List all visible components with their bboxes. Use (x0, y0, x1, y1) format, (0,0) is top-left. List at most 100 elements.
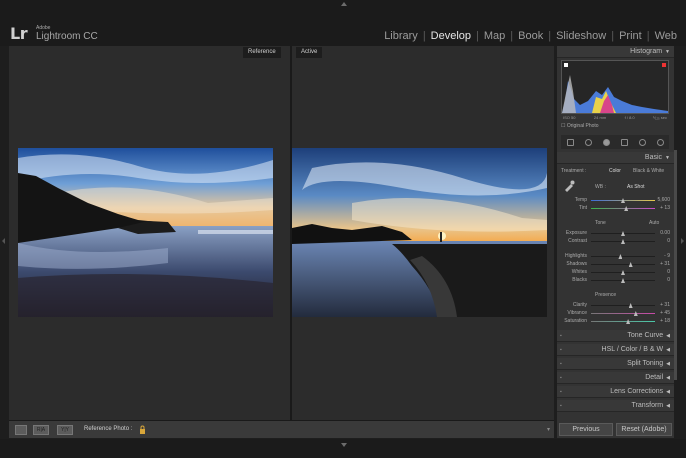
tint-label: Tint (578, 205, 587, 211)
panel-scrollbar[interactable] (674, 150, 677, 380)
saturation-value[interactable]: + 18 (654, 318, 670, 324)
shadows-slider-handle[interactable] (628, 262, 633, 267)
vibrance-slider-handle[interactable] (633, 311, 638, 316)
reference-photo-label: Reference Photo : (84, 426, 133, 432)
temp-slider-handle[interactable] (621, 198, 625, 203)
vibrance-label: Vibrance (567, 310, 587, 316)
panel-switch-icon[interactable]: ▪ (560, 330, 562, 342)
temp-value[interactable]: 5,600 (654, 197, 670, 203)
compare-view-icon[interactable]: Y|Y (57, 425, 73, 435)
tone-curve-title: Tone Curve (627, 332, 664, 339)
shadow-clip-indicator[interactable] (564, 63, 568, 67)
module-book[interactable]: Book (513, 30, 548, 42)
reference-photo-image (18, 148, 273, 317)
transform-title: Transform (631, 402, 664, 409)
highlight-clip-indicator[interactable] (662, 63, 666, 67)
wb-value[interactable]: As Shot (627, 184, 645, 190)
presence-label: Presence (595, 292, 617, 298)
lens-corrections-header[interactable]: ▪ Lens Corrections ◀ (557, 386, 674, 398)
split-toning-title: Split Toning (627, 360, 664, 367)
expand-triangle-icon: ◀ (666, 403, 670, 409)
clarity-label: Clarity (572, 302, 587, 308)
vibrance-slider-track[interactable] (591, 311, 655, 316)
reference-photo[interactable] (18, 148, 273, 317)
treatment-color-option[interactable]: Color (609, 168, 621, 174)
vibrance-value[interactable]: + 45 (654, 310, 670, 316)
highlights-slider-handle[interactable] (618, 254, 623, 259)
saturation-slider-track[interactable] (591, 319, 655, 324)
collapse-left-arrow-icon[interactable] (2, 238, 5, 244)
clarity-slider-track[interactable] (591, 303, 655, 308)
panel-switch-icon[interactable]: ▪ (560, 358, 562, 370)
highlights-slider-track[interactable] (591, 254, 655, 259)
panel-switch-icon[interactable]: ▪ (560, 400, 562, 412)
tint-value[interactable]: + 13 (654, 205, 670, 211)
histogram-header[interactable]: Histogram ▼ (557, 46, 674, 58)
tint-slider-handle[interactable] (624, 206, 629, 211)
split-toning-header[interactable]: ▪ Split Toning ◀ (557, 358, 674, 370)
shadows-slider-track[interactable] (591, 262, 655, 267)
whites-slider-handle[interactable] (621, 270, 625, 275)
toolbar-menu-icon[interactable]: ▾ (547, 426, 550, 433)
contrast-slider-handle[interactable] (621, 239, 625, 244)
exposure-slider-track[interactable] (591, 231, 655, 236)
blacks-slider-handle[interactable] (621, 278, 625, 283)
module-print[interactable]: Print (614, 30, 647, 42)
red-eye-icon[interactable] (602, 138, 610, 146)
exposure-value[interactable]: 0.00 (654, 230, 670, 236)
basic-header[interactable]: Basic ▼ (557, 152, 674, 164)
hsl-title: HSL / Color / B & W (601, 346, 664, 353)
detail-header[interactable]: ▪ Detail ◀ (557, 372, 674, 384)
adjustment-brush-icon[interactable] (656, 138, 664, 146)
collapse-top-arrow-icon[interactable] (341, 2, 347, 6)
blacks-slider-track[interactable] (591, 278, 655, 283)
previous-button[interactable]: Previous (559, 423, 613, 436)
clarity-value[interactable]: + 31 (654, 302, 670, 308)
temp-slider-track[interactable] (591, 198, 655, 203)
graduated-filter-icon[interactable] (620, 138, 628, 146)
panel-switch-icon[interactable]: ▪ (560, 386, 562, 398)
radial-filter-icon[interactable] (638, 138, 646, 146)
transform-header[interactable]: ▪ Transform ◀ (557, 400, 674, 412)
module-library[interactable]: Library (379, 30, 423, 42)
original-photo-label: Original Photo (566, 123, 599, 129)
lock-icon[interactable] (139, 425, 146, 434)
eyedropper-icon[interactable] (563, 180, 575, 192)
tone-curve-header[interactable]: ▪ Tone Curve ◀ (557, 330, 674, 342)
reset-button[interactable]: Reset (Adobe) (616, 423, 672, 436)
treatment-bw-option[interactable]: Black & White (633, 168, 664, 174)
collapse-right-arrow-icon[interactable] (681, 238, 684, 244)
contrast-slider-track[interactable] (591, 239, 655, 244)
module-map[interactable]: Map (479, 30, 510, 42)
original-photo-checkbox[interactable]: ☐ Original Photo (561, 123, 599, 129)
crop-tool-icon[interactable] (566, 138, 574, 146)
panel-switch-icon[interactable]: ▪ (560, 372, 562, 384)
shutter-value: ¹⁄₁₂₅ sec (653, 115, 667, 120)
clarity-slider-handle[interactable] (628, 303, 633, 308)
contrast-value[interactable]: 0 (654, 238, 670, 244)
spot-removal-icon[interactable] (584, 138, 592, 146)
histogram-chart[interactable] (561, 60, 669, 114)
whites-value[interactable]: 0 (654, 269, 670, 275)
module-develop[interactable]: Develop (426, 30, 476, 42)
saturation-slider-handle[interactable] (626, 319, 631, 324)
blacks-value[interactable]: 0 (654, 277, 670, 283)
develop-panel: Histogram ▼ ISO 50 24 mm f / 8.0 ¹⁄₁₂₅ se… (557, 46, 674, 438)
active-photo[interactable] (292, 148, 547, 317)
shadows-value[interactable]: + 31 (654, 261, 670, 267)
auto-tone-button[interactable]: Auto (649, 220, 659, 226)
bottom-strip (0, 439, 686, 458)
histogram-info: ISO 50 24 mm f / 8.0 ¹⁄₁₂₅ sec (561, 115, 669, 120)
module-slideshow[interactable]: Slideshow (551, 30, 611, 42)
exposure-slider-handle[interactable] (621, 231, 625, 236)
highlights-value[interactable]: - 9 (654, 253, 670, 259)
ref-view-icon[interactable]: R|A (33, 425, 49, 435)
collapse-bottom-arrow-icon[interactable] (341, 443, 347, 447)
module-web[interactable]: Web (650, 30, 682, 42)
loupe-view-icon[interactable] (15, 425, 27, 435)
hsl-header[interactable]: ▪ HSL / Color / B & W ◀ (557, 344, 674, 356)
panel-switch-icon[interactable]: ▪ (560, 344, 562, 356)
whites-slider-track[interactable] (591, 270, 655, 275)
tint-slider-track[interactable] (591, 206, 655, 211)
module-picker: Library | Develop | Map | Book | Slideshow | … (379, 30, 682, 42)
